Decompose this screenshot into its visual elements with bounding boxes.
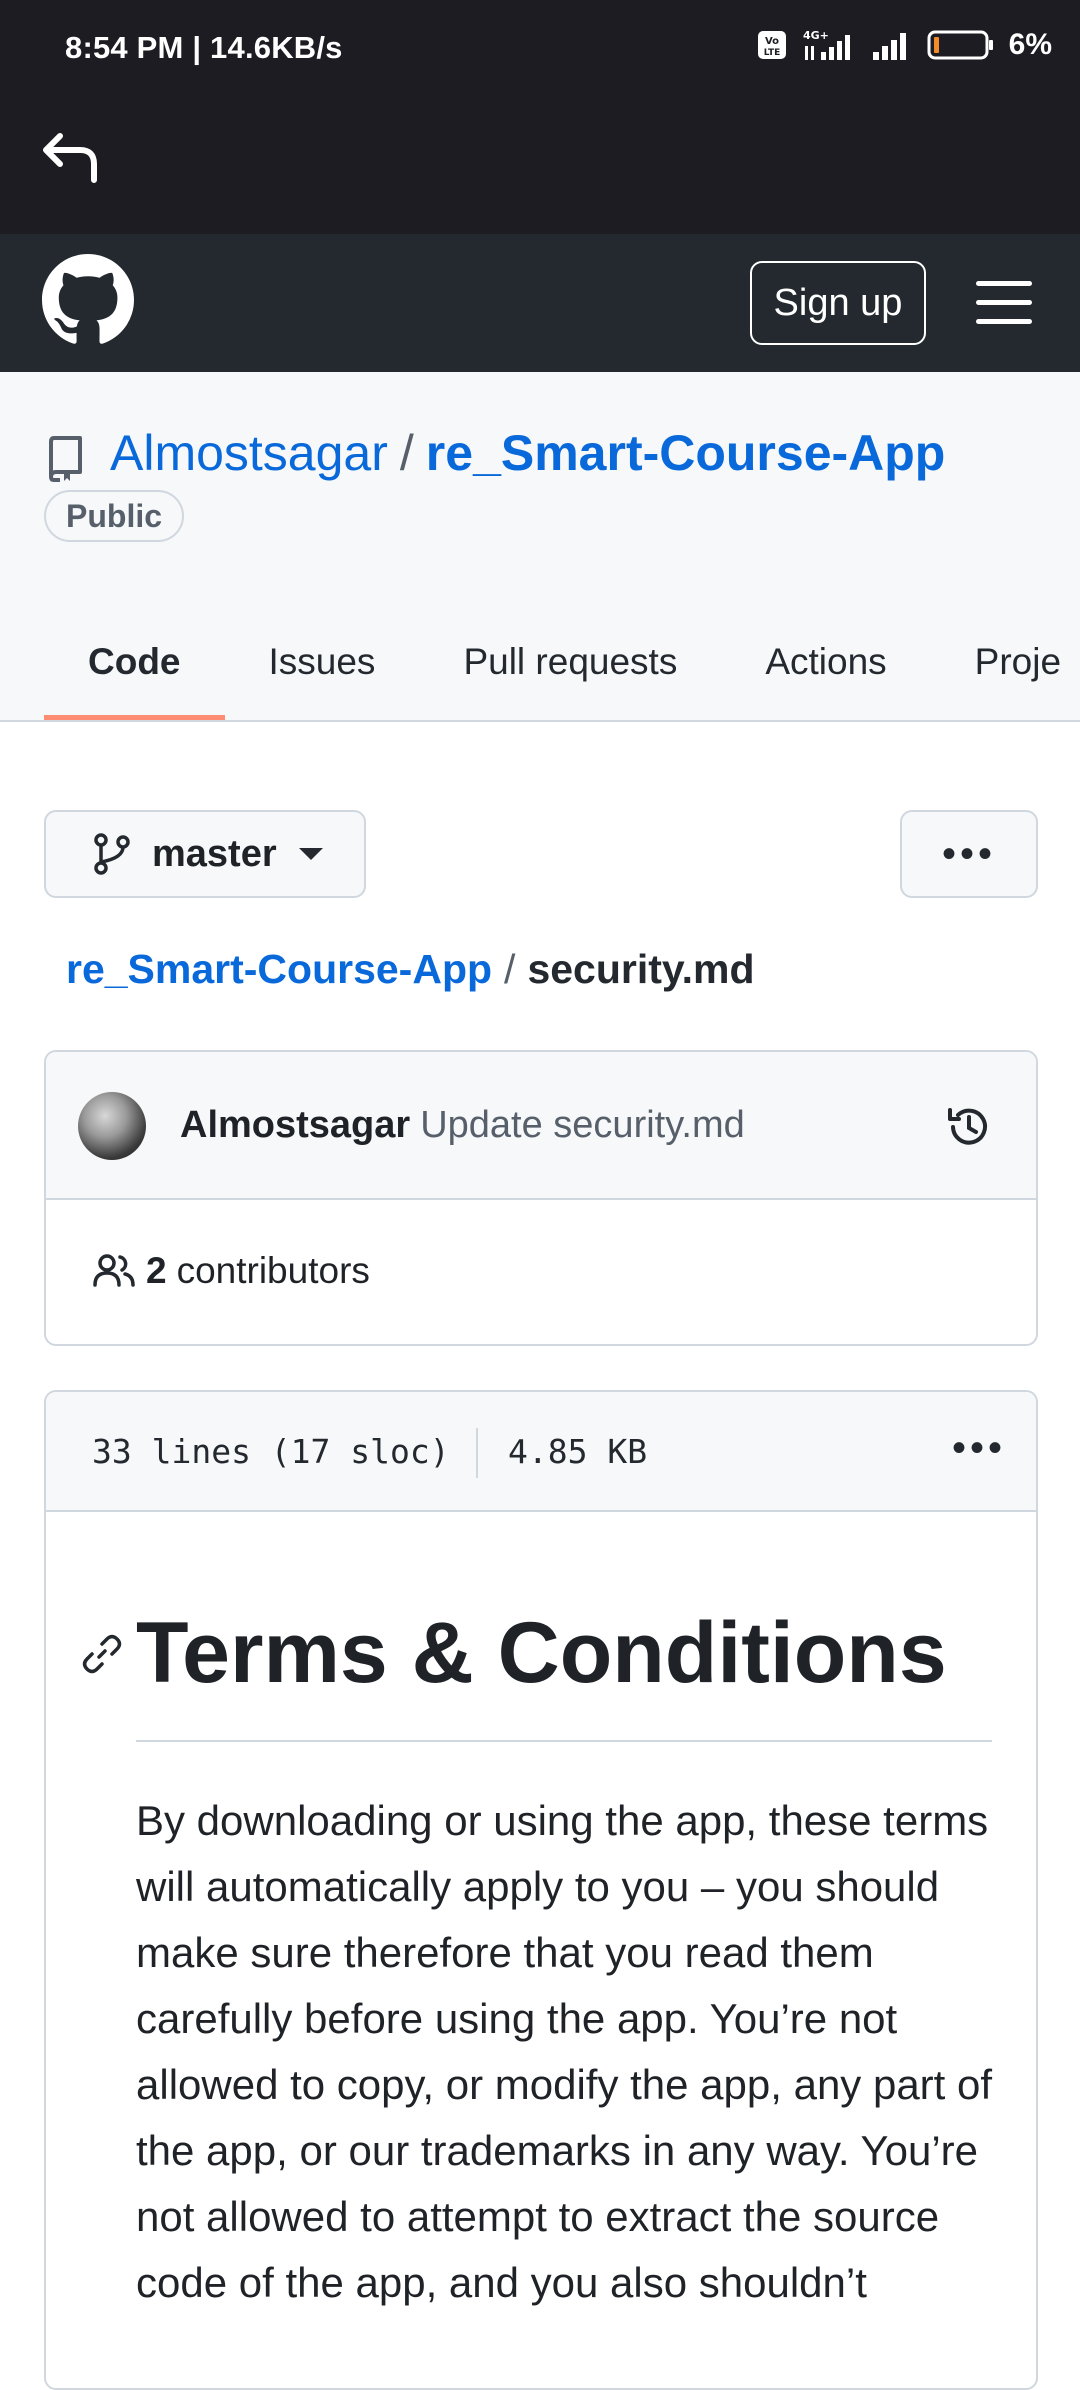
divider [476,1428,478,1478]
sign-up-button[interactable]: Sign up [750,261,926,345]
app-bar [0,100,1080,234]
markdown-paragraph: By downloading or using the app, these t… [136,1797,993,2306]
git-branch-icon [94,833,130,875]
anchor-link-icon[interactable] [80,1632,124,1676]
commit-message-link[interactable]: Update security.md [420,1104,745,1146]
tab-actions[interactable]: Actions [721,604,930,720]
history-icon[interactable] [944,1102,994,1152]
markdown-heading: Terms & Conditions [136,1605,947,1701]
breadcrumb: re_Smart-Course-App / security.md [66,946,755,993]
breadcrumb-separator: / [504,946,516,992]
visibility-badge: Public [44,490,185,542]
latest-commit: Almostsagar Update security.md [46,1052,1036,1200]
branch-name: master [152,832,277,875]
tab-projects[interactable]: Proje [931,604,1080,720]
repo-separator: / [399,425,414,481]
commit-author-link[interactable]: Almostsagar [180,1104,410,1146]
file-more-options-icon[interactable]: ••• [952,1426,1006,1471]
breadcrumb-file: security.md [527,946,755,992]
commit-summary: Almostsagar Update security.md [180,1104,745,1147]
repo-title: Almostsagar / re_Smart-Course-App [110,424,945,482]
tab-issues[interactable]: Issues [225,604,420,720]
contributors-label: contributors [176,1250,370,1291]
file-size: 4.85 KB [508,1432,648,1471]
more-options-button[interactable]: ••• [900,810,1038,898]
kebab-icon: ••• [941,831,996,876]
status-bar: 8:54 PM | 14.6KB/s Vo LTE 4G+ 6% [0,0,1080,100]
repo-name-link[interactable]: re_Smart-Course-App [426,425,946,481]
signal-4g-icon: 4G+ [803,29,850,60]
contributors-count: 2 [146,1250,167,1291]
contributors-link[interactable]: 2 contributors [92,1250,370,1292]
svg-text:LTE: LTE [763,48,780,58]
svg-text:Vo: Vo [765,36,779,47]
heading-rule [136,1740,992,1742]
status-icons: Vo LTE 4G+ 6% [757,28,1052,62]
avatar[interactable] [78,1092,146,1160]
volte-icon: VoLTE [757,31,786,59]
signal-icon [872,33,906,60]
repo-header: Almostsagar / re_Smart-Course-App Public C… [0,372,1080,722]
tab-code[interactable]: Code [44,604,225,720]
hamburger-menu-icon[interactable] [974,277,1034,329]
github-logo-icon[interactable] [42,254,134,346]
battery-percent: 6% [1008,28,1052,61]
chevron-down-icon [298,848,323,860]
repo-tabs: Code Issues Pull requests Actions Proje [44,604,1080,720]
commit-box: Almostsagar Update security.md 2 contribu… [44,1050,1038,1346]
tab-pull-requests[interactable]: Pull requests [419,604,721,720]
file-viewer: 33 lines (17 sloc) 4.85 KB ••• Terms & C… [44,1390,1038,2390]
branch-select-button[interactable]: master [44,810,366,898]
back-arrow-icon[interactable] [38,122,108,192]
status-time: 8:54 PM | 14.6KB/s [65,30,343,65]
file-line-count: 33 lines (17 sloc) [92,1432,450,1471]
github-header: Sign up [0,234,1080,372]
breadcrumb-repo-link[interactable]: re_Smart-Course-App [66,946,492,992]
file-info-bar: 33 lines (17 sloc) 4.85 KB ••• [46,1392,1036,1512]
battery-icon [927,30,993,60]
people-icon [93,1254,135,1287]
repo-owner-link[interactable]: Almostsagar [110,425,388,481]
repo-icon [49,436,82,482]
svg-text:4G+: 4G+ [803,29,829,42]
